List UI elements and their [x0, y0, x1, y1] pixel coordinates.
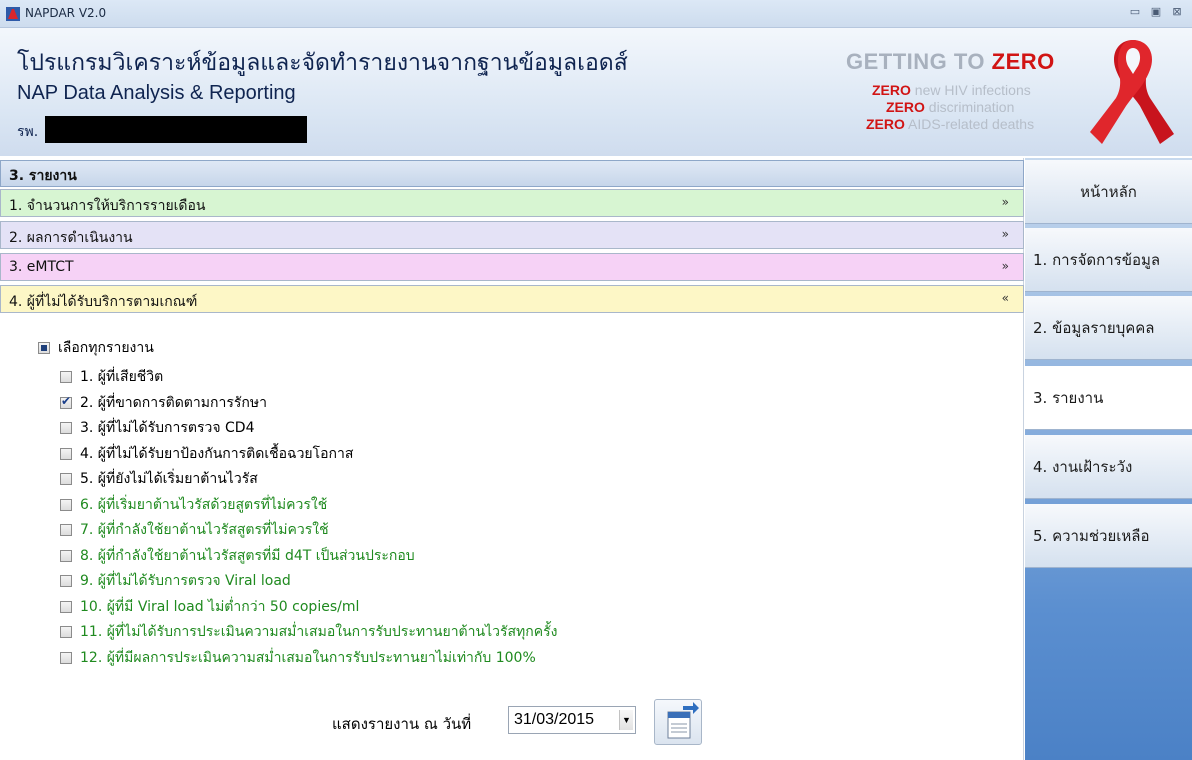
report-date-value: 31/03/2015: [514, 711, 595, 728]
report-option-1[interactable]: 1. ผู้ที่เสียชีวิต: [60, 367, 163, 387]
report-checkbox[interactable]: [60, 600, 72, 613]
report-label: 7. ผู้ที่กำลังใช้ยาต้านไวรัสสูตรที่ไม่คว…: [80, 522, 329, 538]
report-panel: 3. รายงาน 1. จำนวนการให้บริการรายเดือน »…: [0, 158, 1024, 760]
section-title: 3. รายงาน: [0, 160, 1024, 187]
report-checkbox[interactable]: [60, 447, 72, 460]
accordion-label: 3. eMTCT: [9, 259, 74, 275]
tab-help[interactable]: 5. ความช่วยเหลือ: [1025, 504, 1192, 568]
report-option-10[interactable]: 10. ผู้ที่มี Viral load ไม่ต่ำกว่า 50 co…: [60, 597, 359, 617]
select-all-row[interactable]: เลือกทุกรายงาน: [38, 338, 154, 358]
app-title-thai: โปรแกรมวิเคราะห์ข้อมูลและจัดทำรายงานจากฐ…: [17, 50, 628, 76]
tab-home[interactable]: หน้าหลัก: [1025, 160, 1192, 224]
slogan-title: GETTING TO ZERO: [846, 49, 1055, 74]
report-label: 12. ผู้ที่มีผลการประเมินความสม่ำเสมอในกา…: [80, 649, 536, 666]
accordion-emtct[interactable]: 3. eMTCT »: [0, 253, 1024, 281]
report-label: 6. ผู้ที่เริ่มยาต้านไวรัสด้วยสูตรที่ไม่ค…: [80, 496, 328, 513]
navigation-sidebar: หน้าหลัก 1. การจัดการข้อมูล 2. ข้อมูลรายบุ…: [1025, 158, 1192, 760]
chevron-down-icon: »: [1001, 195, 1009, 209]
slogan-line-1: ZERO new HIV infections: [872, 82, 1031, 98]
tab-surveillance[interactable]: 4. งานเฝ้าระวัง: [1025, 435, 1192, 499]
report-label: 1. ผู้ที่เสียชีวิต: [80, 369, 164, 385]
accordion-monthly-services[interactable]: 1. จำนวนการให้บริการรายเดือน »: [0, 189, 1024, 217]
maximize-icon[interactable]: ▣: [1149, 5, 1163, 19]
report-checkbox[interactable]: [60, 626, 72, 638]
red-ribbon-logo: [1090, 40, 1174, 144]
dropdown-arrow-icon[interactable]: ▼: [619, 710, 633, 730]
report-label: 8. ผู้ที่กำลังใช้ยาต้านไวรัสสูตรที่มี d4…: [80, 547, 415, 564]
report-label: 9. ผู้ที่ไม่ได้รับการตรวจ Viral load: [80, 573, 291, 589]
window-title: NAPDAR V2.0: [25, 6, 107, 20]
tab-data-management[interactable]: 1. การจัดการข้อมูล: [1025, 228, 1192, 292]
report-option-3[interactable]: 3. ผู้ที่ไม่ได้รับการตรวจ CD4: [60, 418, 255, 438]
report-label: 5. ผู้ที่ยังไม่ได้เริ่มยาต้านไวรัส: [80, 471, 258, 487]
report-date-picker[interactable]: 31/03/2015 ▼: [508, 706, 636, 734]
accordion-label: 4. ผู้ที่ไม่ได้รับบริการตามเกณฑ์: [9, 294, 198, 310]
app-title-english: NAP Data Analysis & Reporting: [17, 82, 296, 104]
slogan-line-3: ZERO AIDS-related deaths: [866, 116, 1035, 132]
accordion-not-served[interactable]: 4. ผู้ที่ไม่ได้รับบริการตามเกณฑ์ «: [0, 285, 1024, 313]
report-option-9[interactable]: 9. ผู้ที่ไม่ได้รับการตรวจ Viral load: [60, 571, 291, 591]
hospital-label: รพ.: [17, 124, 39, 140]
report-option-6[interactable]: 6. ผู้ที่เริ่มยาต้านไวรัสด้วยสูตรที่ไม่ค…: [60, 495, 327, 515]
report-option-4[interactable]: 4. ผู้ที่ไม่ได้รับยาป้องกันการติดเชื้อฉว…: [60, 444, 353, 464]
tab-individual-data[interactable]: 2. ข้อมูลรายบุคคล: [1025, 296, 1192, 360]
report-label: 2. ผู้ที่ขาดการติดตามการรักษา: [80, 394, 267, 411]
report-option-5[interactable]: 5. ผู้ที่ยังไม่ได้เริ่มยาต้านไวรัส: [60, 469, 258, 489]
report-option-11[interactable]: 11. ผู้ที่ไม่ได้รับการประเมินความสม่ำเสม…: [60, 622, 557, 642]
tab-reports[interactable]: 3. รายงาน: [1025, 366, 1192, 430]
accordion-label: 2. ผลการดำเนินงาน: [9, 230, 133, 246]
title-bar: NAPDAR V2.0 ▭ ▣ ⊠: [0, 0, 1192, 28]
select-all-checkbox[interactable]: [38, 342, 50, 354]
report-option-7[interactable]: 7. ผู้ที่กำลังใช้ยาต้านไวรัสสูตรที่ไม่คว…: [60, 520, 329, 540]
report-checkbox[interactable]: [60, 575, 72, 587]
report-checkbox[interactable]: [60, 549, 72, 562]
chevron-up-icon: «: [1001, 291, 1009, 305]
report-checkbox[interactable]: [60, 422, 72, 434]
report-label: 10. ผู้ที่มี Viral load ไม่ต่ำกว่า 50 co…: [80, 598, 360, 615]
app-icon: [6, 7, 20, 21]
hospital-name-redacted: [45, 116, 307, 143]
app-header: โปรแกรมวิเคราะห์ข้อมูลและจัดทำรายงานจากฐ…: [0, 28, 1192, 156]
accordion-performance[interactable]: 2. ผลการดำเนินงาน »: [0, 221, 1024, 249]
report-checkbox[interactable]: [60, 394, 72, 409]
chevron-down-icon: »: [1001, 227, 1009, 241]
report-checkbox[interactable]: [60, 371, 72, 383]
accordion-label: 1. จำนวนการให้บริการรายเดือน: [9, 198, 206, 214]
report-label: 4. ผู้ที่ไม่ได้รับยาป้องกันการติดเชื้อฉว…: [80, 445, 354, 462]
report-checkbox[interactable]: [60, 651, 72, 664]
report-label: 11. ผู้ที่ไม่ได้รับการประเมินความสม่ำเสม…: [80, 624, 558, 640]
report-export-icon: [667, 702, 699, 739]
chevron-down-icon: »: [1001, 259, 1009, 273]
minimize-icon[interactable]: ▭: [1128, 5, 1142, 19]
close-icon[interactable]: ⊠: [1170, 5, 1184, 19]
select-all-label: เลือกทุกรายงาน: [58, 340, 154, 356]
report-checkbox[interactable]: [60, 524, 72, 536]
generate-report-button[interactable]: [654, 699, 702, 745]
report-checkbox[interactable]: [60, 498, 72, 511]
report-option-8[interactable]: 8. ผู้ที่กำลังใช้ยาต้านไวรัสสูตรที่มี d4…: [60, 546, 415, 566]
report-option-2[interactable]: 2. ผู้ที่ขาดการติดตามการรักษา: [60, 393, 267, 413]
slogan-line-2: ZERO discrimination: [886, 99, 1015, 115]
report-checkbox[interactable]: [60, 473, 72, 485]
report-date-label: แสดงรายงาน ณ วันที่: [332, 715, 472, 733]
report-option-12[interactable]: 12. ผู้ที่มีผลการประเมินความสม่ำเสมอในกา…: [60, 648, 536, 668]
report-label: 3. ผู้ที่ไม่ได้รับการตรวจ CD4: [80, 420, 255, 436]
